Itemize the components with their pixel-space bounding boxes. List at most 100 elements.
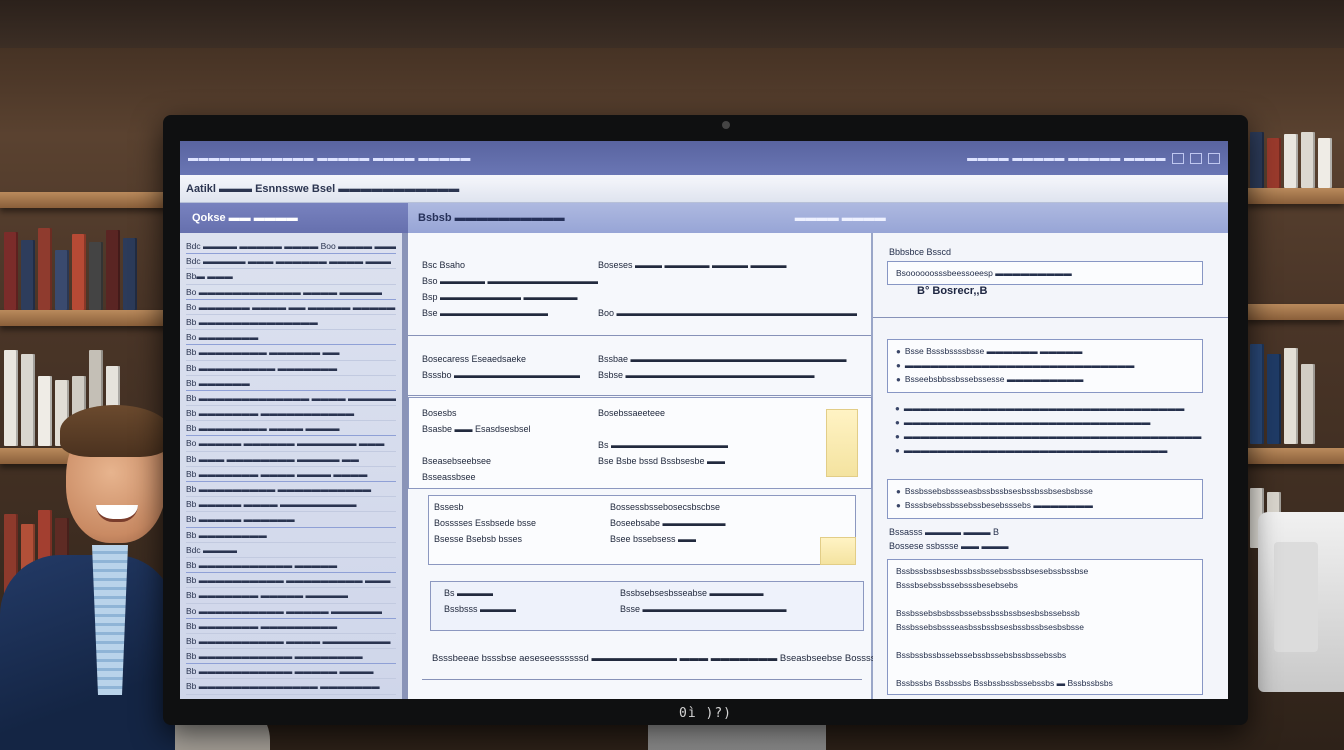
list-item: ▬▬▬▬▬▬▬▬▬▬▬▬▬▬▬▬▬▬▬▬▬▬▬▬▬▬▬▬▬▬▬ (895, 443, 1205, 457)
sidebar-title: Qokse ▬▬ ▬▬▬▬ (192, 212, 298, 224)
sidebar-item[interactable]: Bb ▬▬▬▬▬▬▬▬▬ ▬▬▬▬▬▬▬ (186, 361, 396, 376)
info-line: Bssbssebsbssseasbssbssbsesbssbssbsesbsbs… (896, 484, 1194, 498)
detail-row: Bs ▬▬▬▬ Bssbsebsesbsseabse ▬▬▬▬▬▬ (444, 585, 857, 601)
window-controls: ▬▬▬▬ ▬▬▬▬▬ ▬▬▬▬▬ ▬▬▬▬ (967, 152, 1220, 164)
monitor-brand: 0ì )?) (679, 706, 732, 721)
webcam-icon (722, 121, 730, 129)
main-header: Bsbsb ▬▬▬▬▬▬▬▬▬▬ ▬▬▬▬ ▬▬▬▬ (408, 203, 1228, 233)
detail-value (598, 289, 857, 305)
tab-secondary[interactable]: ▬▬▬▬ ▬▬▬▬ (795, 212, 886, 224)
sidebar-item[interactable]: Bo ▬▬▬▬▬▬ ▬▬▬▬ ▬▬ ▬▬▬▬▬ ▬▬▬▬▬ (186, 300, 396, 315)
sidebar-item[interactable]: Bdc ▬▬▬▬ ▬▬▬▬▬ ▬▬▬▬ Boo ▬▬▬▬ ▬▬▬▬ ▬▬ (186, 239, 396, 255)
list-item: ▬▬▬▬▬▬▬▬▬▬▬▬▬▬▬▬▬▬▬▬▬▬▬▬▬▬▬▬▬▬▬▬▬▬▬ (895, 429, 1205, 443)
smiling-man (0, 405, 175, 750)
books-right-1 (1250, 132, 1332, 188)
books-right-2 (1250, 344, 1315, 444)
maximize-icon[interactable] (1190, 152, 1202, 164)
sidebar-item[interactable]: Bo ▬▬▬▬▬ ▬▬▬▬▬▬ ▬▬▬▬▬▬▬ ▬▬▬ (186, 436, 396, 452)
bookshelf-right-middle (1246, 304, 1344, 320)
sidebar-item[interactable]: Bo ▬▬▬▬▬▬▬▬▬▬ ▬▬▬▬▬ ▬▬▬▬▬▬ (186, 604, 396, 619)
sidebar-item[interactable]: Bb ▬▬▬▬▬▬▬▬ ▬▬▬▬▬▬ ▬▬ (186, 345, 396, 361)
detail-label: Bosecaress Eseaedsaeke (422, 354, 527, 364)
detail-row: Bosesbs Bosebssaeeteee (422, 405, 857, 421)
sidebar-item[interactable]: Bb ▬▬▬▬▬ ▬▬▬▬ ▬▬▬▬▬▬▬▬▬ (186, 497, 396, 513)
sidebar-item[interactable]: Bb ▬▬▬ ▬▬▬▬▬▬▬▬ ▬▬▬▬▬ ▬▬ (186, 452, 396, 467)
sidebar-item[interactable]: Bb ▬▬▬▬▬▬▬▬▬▬ ▬▬▬▬▬▬▬▬▬ ▬▬▬ (186, 573, 396, 589)
detail-section-e: Bs ▬▬▬▬ Bssbsebsesbsseabse ▬▬▬▬▬▬ Bssbsss … (408, 585, 871, 617)
bullet-list: ▬▬▬▬▬▬▬▬▬▬▬▬▬▬▬▬▬▬▬▬▬▬▬▬▬▬▬▬▬▬▬▬▬▬▬▬▬▬▬▬… (895, 401, 1205, 457)
sidebar-item[interactable]: Bo ▬▬▬▬▬▬▬▬▬▬▬▬ ▬▬▬▬ ▬▬▬▬▬ (186, 285, 396, 300)
ceiling (0, 0, 1344, 48)
detail-section-a: Bsc Bsaho Boseses ▬▬▬ ▬▬▬▬▬ ▬▬▬▬ ▬▬▬▬ Bso … (408, 257, 871, 321)
detail-row: Bsseassbsee (422, 469, 857, 485)
sidebar-item[interactable]: Bb ▬▬▬▬▬▬▬ ▬▬▬▬ ▬▬▬▬ ▬▬▬▬ (186, 467, 396, 482)
list-item: ▬▬▬▬▬▬▬▬▬▬▬▬▬▬▬▬▬▬▬▬▬▬▬▬▬▬▬▬▬ (895, 415, 1205, 429)
detail-label: Bosssses Essbsede bsse (434, 518, 537, 528)
sidebar-item[interactable]: Bb ▬▬▬▬▬▬▬▬▬▬▬▬▬▬ (186, 315, 396, 331)
sidebar-item[interactable]: Bb ▬▬▬▬▬▬▬▬▬▬▬▬▬▬ ▬▬▬▬▬▬▬ (186, 679, 396, 695)
detail-label: Bsesse Bsebsb bsses (434, 534, 523, 544)
detail-label: Bseasebseebsee (422, 456, 492, 466)
minimize-icon[interactable] (1172, 152, 1184, 164)
monitor: 0ì )?) ▬▬▬▬▬▬▬▬▬▬▬▬ ▬▬▬▬▬ ▬▬▬▬ ▬▬▬▬▬ ▬▬▬… (163, 115, 1248, 725)
detail-label: Bs ▬▬▬▬ (444, 588, 494, 598)
sidebar-item[interactable]: Bb ▬▬▬▬▬▬▬▬▬▬▬ ▬▬▬▬▬▬▬▬ (186, 649, 396, 665)
info-box-1: Bsse Bsssbssssbsse ▬▬▬▬▬▬ ▬▬▬▬▬▬▬▬▬▬▬▬▬▬… (887, 339, 1203, 393)
detail-row: Bsssbo ▬▬▬▬▬▬▬▬▬▬▬▬▬▬ Bsbse ▬▬▬▬▬▬▬▬▬▬▬▬▬… (422, 367, 857, 383)
sidebar-header: Qokse ▬▬ ▬▬▬▬ (180, 203, 408, 233)
detail-label: Bssbsss ▬▬▬▬ (444, 604, 517, 614)
sidebar-item[interactable]: Bo ▬▬▬▬▬▬▬ (186, 330, 396, 346)
top-field-label: Bbbsbce Bsscd (889, 247, 952, 257)
sidebar-item[interactable]: Bb ▬▬▬▬▬▬▬▬▬ ▬▬▬▬▬▬▬▬▬▬▬ (186, 482, 396, 498)
divider (408, 335, 871, 336)
sidebar-item[interactable]: Bb ▬▬▬▬▬▬▬▬ (186, 528, 396, 543)
divider (422, 679, 862, 680)
sidebar-item[interactable]: Bb ▬▬▬▬▬▬▬ ▬▬▬▬▬▬▬▬▬▬▬ (186, 406, 396, 422)
info-line: Bssbssebsbssseasbssbssbsesbssbssbsesbsbs… (896, 622, 1085, 632)
detail-row: Bso ▬▬▬▬▬ ▬▬▬▬▬▬▬▬▬▬▬▬▬ (422, 273, 857, 289)
sidebar-item[interactable]: Bb ▬▬▬▬▬▬▬▬▬▬▬ ▬▬▬▬▬ ▬▬▬▬ (186, 664, 396, 680)
sidebar-item[interactable]: Bdc ▬▬▬▬ (186, 543, 396, 558)
detail-value: Bsse ▬▬▬▬▬▬▬▬▬▬▬▬▬▬▬▬ (620, 604, 787, 614)
list-item: ▬▬▬▬▬▬▬▬▬▬▬▬▬▬▬▬▬▬▬▬▬▬▬▬▬▬▬▬▬▬▬▬▬ (895, 401, 1205, 415)
detail-value: Bssbsebsesbsseabse ▬▬▬▬▬▬ (620, 588, 764, 598)
detail-value: Bsee bssebsess ▬▬ (610, 534, 697, 544)
breadcrumb[interactable]: Aatikl ▬▬▬ Esnnsswe Bsel ▬▬▬▬▬▬▬▬▬▬▬ (186, 183, 459, 195)
info-line: Bssbssebsbsbssbssebssbssbssbsesbsbssebss… (896, 608, 1080, 618)
printer (1258, 512, 1344, 692)
info-line (896, 662, 1194, 676)
detail-label: Bosesbs (422, 408, 457, 418)
sidebar-item[interactable]: Bb▬ ▬▬▬ (186, 269, 396, 285)
sidebar-item[interactable]: Bb ▬▬▬▬▬▬▬ ▬▬▬▬▬ ▬▬▬▬▬ (186, 588, 396, 604)
section-label-2: Bossese ssbssse ▬▬ ▬▬▬ (889, 541, 1009, 551)
window-title: ▬▬▬▬▬▬▬▬▬▬▬▬ ▬▬▬▬▬ ▬▬▬▬ ▬▬▬▬▬ (188, 152, 471, 164)
monitor-stand (648, 723, 826, 750)
detail-label: Bsp ▬▬▬▬▬▬▬▬▬ ▬▬▬▬▬▬ (422, 292, 578, 302)
detail-label: Bssesb (434, 502, 464, 512)
right-panel: Bbbsbce Bsscd Bsoooooosssbeessoeesp ▬▬▬▬… (873, 233, 1228, 699)
info-box-3: Bssbssbssbsesbssbssbssebssbssbsesebssbss… (887, 559, 1203, 695)
detail-label: Bse ▬▬▬▬▬▬▬▬▬▬▬▬ (422, 308, 549, 318)
detail-value: Bse Bsbe bssd Bssbsesbe ▬▬ (598, 456, 726, 466)
sidebar-item[interactable]: Bb ▬▬▬▬▬▬▬▬▬▬ ▬▬▬▬ ▬▬▬▬▬▬▬▬ (186, 634, 396, 650)
detail-value (598, 469, 857, 485)
close-icon[interactable] (1208, 152, 1220, 164)
sidebar-item[interactable]: Bb ▬▬▬▬▬▬▬▬▬▬▬▬▬ ▬▬▬▬ ▬▬▬▬▬▬ (186, 391, 396, 407)
sidebar-item[interactable]: Bb ▬▬▬▬▬▬▬ ▬▬▬▬▬▬▬▬▬ (186, 619, 396, 634)
detail-label: Bsssbo ▬▬▬▬▬▬▬▬▬▬▬▬▬▬ (422, 370, 581, 380)
bookshelf-right-top (1246, 188, 1344, 204)
sidebar-item[interactable]: Bb ▬▬▬▬▬▬▬▬▬▬▬ ▬▬▬▬▬ (186, 558, 396, 574)
panel-heading: B° Bosrecr,,B (917, 285, 988, 297)
top-input-value: Bsoooooosssbeessoeesp ▬▬▬▬▬▬▬▬▬ (896, 268, 1072, 278)
info-line: Bsse Bsssbssssbsse ▬▬▬▬▬▬ ▬▬▬▬▬ (896, 344, 1194, 358)
info-line (896, 592, 1194, 606)
sidebar-list: Bdc ▬▬▬▬ ▬▬▬▬▬ ▬▬▬▬ Boo ▬▬▬▬ ▬▬▬▬ ▬▬Bdc … (180, 233, 408, 699)
top-input[interactable]: Bsoooooosssbeessoeesp ▬▬▬▬▬▬▬▬▬ (887, 261, 1203, 285)
sidebar-item[interactable]: Bb ▬▬▬▬▬ ▬▬▬▬▬▬ (186, 512, 396, 528)
sidebar-item[interactable]: Bdc ▬▬▬▬▬ ▬▬▬ ▬▬▬▬▬▬ ▬▬▬▬ ▬▬▬ (186, 254, 396, 270)
sidebar-item[interactable]: Bb ▬▬▬▬▬▬ (186, 376, 396, 391)
info-line: ▬▬▬▬▬▬▬▬▬▬▬▬▬▬▬▬▬▬▬▬▬▬▬▬▬▬▬ (896, 358, 1194, 372)
sidebar-item[interactable]: Bb ▬▬▬▬▬▬▬▬ ▬▬▬▬ ▬▬▬▬ (186, 421, 396, 437)
sidebar-item[interactable]: Bb ▬▬▬▬▬▬▬ ▬▬▬▬▬▬▬▬▬ ▬▬▬ (186, 695, 396, 699)
detail-value: Boseses ▬▬▬ ▬▬▬▬▬ ▬▬▬▬ ▬▬▬▬ (598, 260, 787, 270)
